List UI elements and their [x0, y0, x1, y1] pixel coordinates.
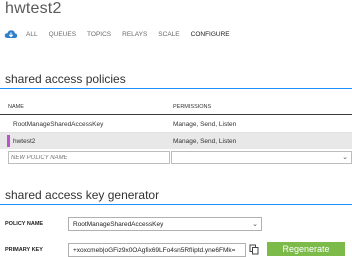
policy-permissions-cell: Manage, Send, Listen — [173, 138, 237, 145]
nav-all[interactable]: ALL — [26, 31, 38, 38]
policy-name-select-value: RootManageSharedAccessKey — [73, 221, 164, 228]
table-row[interactable]: RootManageSharedAccessKey Manage, Send, … — [0, 116, 352, 133]
generator-section-divider — [0, 204, 352, 205]
new-policy-name-input[interactable] — [8, 151, 170, 164]
policy-name-cell: hwtest2 — [13, 138, 36, 145]
policies-section-title: shared access policies — [5, 72, 126, 86]
page-title: hwtest2 — [5, 0, 62, 17]
cloud-icon — [4, 30, 18, 38]
top-nav: ALL QUEUES TOPICS RELAYS SCALE CONFIGURE — [4, 28, 241, 40]
nav-relays[interactable]: RELAYS — [122, 31, 147, 38]
column-header-name: NAME — [8, 104, 24, 110]
policies-table-header: NAME PERMISSIONS — [0, 100, 352, 115]
generator-section-title: shared access key generator — [5, 188, 160, 202]
chevron-down-icon: ⌄ — [252, 221, 258, 228]
nav-configure[interactable]: CONFIGURE — [191, 31, 230, 38]
chevron-down-icon: ⌄ — [342, 154, 348, 161]
policy-permissions-cell: Manage, Send, Listen — [173, 121, 237, 128]
regenerate-button[interactable]: Regenerate — [267, 242, 345, 256]
column-header-permissions: PERMISSIONS — [173, 104, 212, 110]
policy-name-label: POLICY NAME — [5, 221, 44, 227]
nav-topics[interactable]: TOPICS — [87, 31, 111, 38]
nav-scale[interactable]: SCALE — [158, 31, 179, 38]
copy-icon[interactable] — [249, 244, 259, 255]
selected-row-marker — [7, 135, 10, 147]
policies-section-divider — [0, 88, 352, 89]
permissions-select[interactable]: ⌄ — [171, 151, 352, 164]
policy-name-cell: RootManageSharedAccessKey — [13, 121, 104, 128]
primary-key-field[interactable]: +xoxcmeb|oGFiz9x0OAgfix69LFo4sn5RfIiptd.… — [68, 243, 246, 257]
new-policy-row: ⌄ — [0, 150, 352, 166]
primary-key-label: PRIMARY KEY — [5, 247, 43, 253]
table-row-selected[interactable]: hwtest2 Manage, Send, Listen — [0, 133, 352, 149]
nav-queues[interactable]: QUEUES — [49, 31, 76, 38]
policy-name-select[interactable]: RootManageSharedAccessKey ⌄ — [68, 217, 262, 231]
